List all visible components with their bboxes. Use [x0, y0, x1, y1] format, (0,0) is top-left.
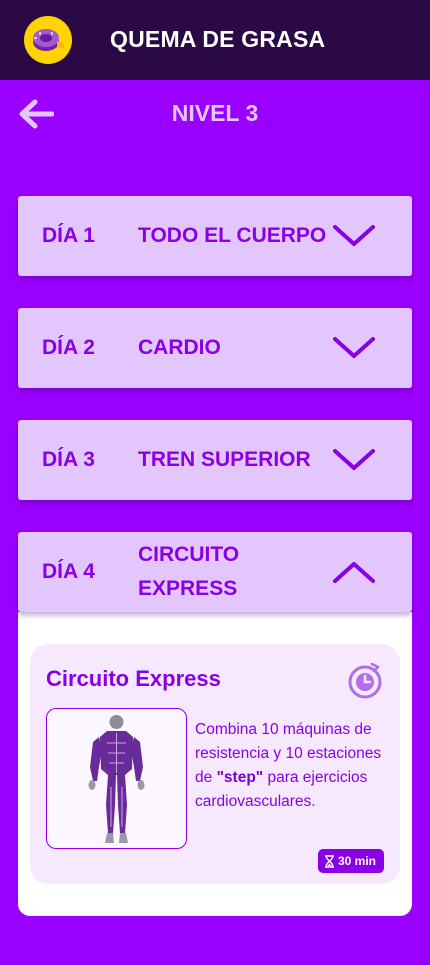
duration-badge: 30 min [317, 849, 384, 873]
duration-label: 30 min [337, 854, 376, 868]
day-label: DÍA 4 [42, 560, 95, 583]
day-label: DÍA 1 [42, 224, 95, 247]
tape-measure-icon [24, 16, 72, 64]
workout-description: Combina 10 máquinas de resistencia y 10 … [195, 718, 385, 814]
app-title: QUEMA DE GRASA [110, 26, 326, 52]
day-4-panel: Circuito Express Combina 10 máquinas de … [18, 612, 412, 916]
chevron-down-icon [332, 420, 376, 500]
day-title: TODO EL CUERPO [138, 224, 327, 247]
level-title: NIVEL 3 [171, 100, 259, 126]
description-highlight: "step" [216, 769, 264, 786]
hourglass-icon [324, 854, 334, 868]
timer-icon [346, 660, 384, 700]
day-label: DÍA 3 [42, 448, 95, 471]
day-4-accordion[interactable]: DÍA 4 CIRCUITO EXPRESS [18, 532, 412, 612]
workout-card[interactable]: Circuito Express Combina 10 máquinas de … [30, 644, 400, 884]
day-title: CARDIO [138, 336, 221, 359]
day-3-accordion[interactable]: DÍA 3 TREN SUPERIOR [18, 420, 412, 500]
day-2-accordion[interactable]: DÍA 2 CARDIO [18, 308, 412, 388]
chevron-up-icon [332, 532, 376, 612]
day-1-accordion[interactable]: DÍA 1 TODO EL CUERPO [18, 196, 412, 276]
workout-title: Circuito Express [46, 666, 221, 691]
muscle-body-icon [46, 708, 187, 849]
day-title: TREN SUPERIOR [138, 448, 311, 471]
chevron-down-icon [332, 308, 376, 388]
day-title: CIRCUITO EXPRESS [138, 543, 240, 600]
chevron-down-icon [332, 196, 376, 276]
top-app-bar: QUEMA DE GRASA [0, 0, 430, 80]
day-label: DÍA 2 [42, 336, 95, 359]
